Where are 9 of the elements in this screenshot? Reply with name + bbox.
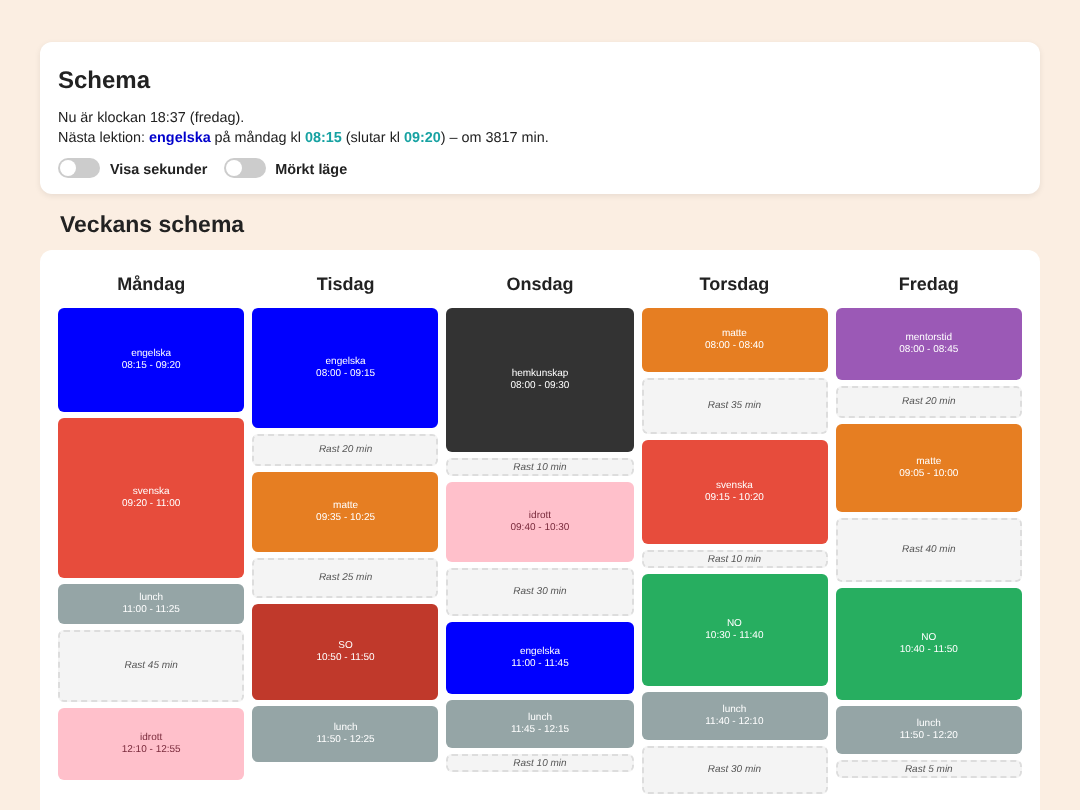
day-heading: Måndag [115,274,188,294]
day-heading: Onsdag [504,274,576,294]
day-heading: Fredag [896,274,961,294]
day-heading: Tisdag [314,274,377,294]
toggle-switch[interactable] [223,158,266,178]
toggle-switch[interactable] [58,158,100,178]
page-title: Schema [58,66,153,94]
day-heading: Torsdag [697,274,772,294]
section-title: Veckans schema [60,214,247,238]
